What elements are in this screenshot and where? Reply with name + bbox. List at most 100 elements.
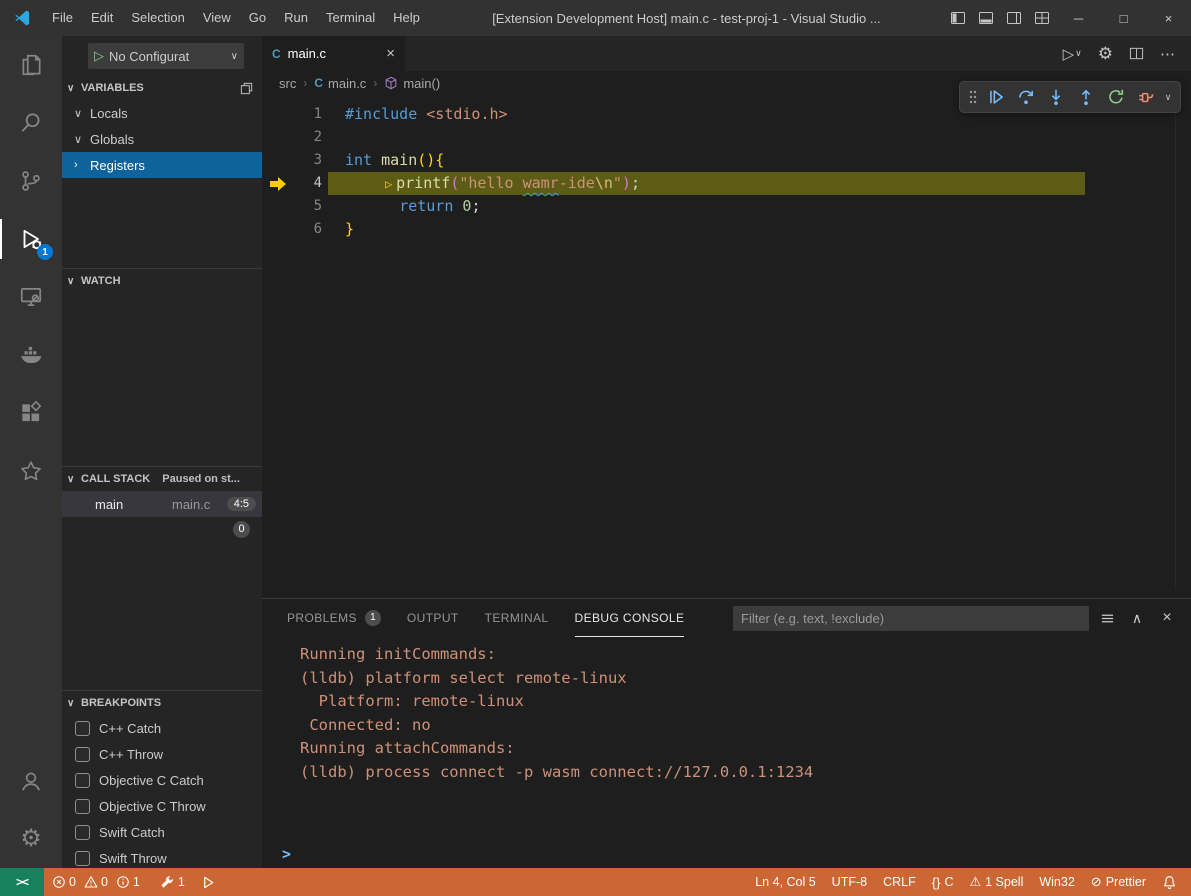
more-actions-icon[interactable]: ⋯ <box>1160 45 1175 63</box>
breakpoints-section-header[interactable]: ∨ BREAKPOINTS <box>62 691 262 715</box>
continue-button[interactable] <box>981 84 1011 110</box>
breadcrumb-folder[interactable]: src <box>279 76 296 91</box>
console-input[interactable]: > <box>282 845 291 865</box>
glyph-margin[interactable] <box>262 103 296 126</box>
activity-explorer[interactable] <box>0 36 62 94</box>
status-prettier[interactable]: ⊘Prettier <box>1083 868 1154 896</box>
menu-run[interactable]: Run <box>275 0 317 36</box>
line-content[interactable]: } <box>328 218 1085 241</box>
restart-button[interactable] <box>1101 84 1131 110</box>
close-window-button[interactable]: × <box>1146 0 1191 36</box>
menu-selection[interactable]: Selection <box>122 0 193 36</box>
menu-edit[interactable]: Edit <box>82 0 122 36</box>
line-content[interactable]: int main(){ <box>328 149 1085 172</box>
split-editor-icon[interactable] <box>1129 46 1144 61</box>
menu-file[interactable]: File <box>43 0 82 36</box>
copy-icon[interactable] <box>239 81 254 96</box>
activity-remote-explorer[interactable] <box>0 268 62 326</box>
menu-go[interactable]: Go <box>240 0 275 36</box>
breakpoint-row[interactable]: C++ Throw <box>62 741 262 767</box>
panel-tab-output[interactable]: OUTPUT <box>407 599 459 637</box>
line-number[interactable]: 4 <box>296 172 322 195</box>
run-or-debug-button[interactable]: ▷ ∨ <box>1063 45 1082 63</box>
variables-item-registers[interactable]: ›Registers <box>62 152 262 178</box>
tab-main.c[interactable]: C main.c × <box>262 36 405 71</box>
panel-tab-terminal[interactable]: TERMINAL <box>485 599 549 637</box>
panel-tab-debug-console[interactable]: DEBUG CONSOLE <box>575 599 685 637</box>
debug-status[interactable] <box>193 868 224 896</box>
stack-frame-row[interactable]: main main.c 4:5 <box>62 491 262 517</box>
customize-layout-icon[interactable] <box>1028 0 1056 36</box>
breakpoint-checkbox[interactable] <box>75 773 90 788</box>
start-debugging-icon[interactable]: ▷ <box>94 48 104 64</box>
step-over-button[interactable] <box>1011 84 1041 110</box>
activity-run-and-debug[interactable]: 1 <box>0 210 62 268</box>
line-number[interactable]: 1 <box>296 103 322 126</box>
breakpoint-checkbox[interactable] <box>75 747 90 762</box>
toggle-panel-icon[interactable] <box>972 0 1000 36</box>
chevron-down-icon[interactable]: ∨ <box>1161 92 1175 103</box>
line-content[interactable]: printf("hello wamr-ide\n"); <box>328 172 1085 195</box>
variables-section-header[interactable]: ∨ VARIABLES <box>62 76 262 100</box>
menu-terminal[interactable]: Terminal <box>317 0 384 36</box>
activity-docker[interactable] <box>0 326 62 384</box>
notifications-bell[interactable] <box>1154 868 1185 896</box>
breakpoint-row[interactable]: Objective C Catch <box>62 767 262 793</box>
step-out-button[interactable] <box>1071 84 1101 110</box>
console-filter-input[interactable] <box>733 606 1089 631</box>
line-number[interactable]: 2 <box>296 126 322 149</box>
line-number[interactable]: 6 <box>296 218 322 241</box>
maximize-panel-icon[interactable]: ∧ <box>1125 606 1149 630</box>
disconnect-button[interactable] <box>1131 84 1161 110</box>
status-encoding[interactable]: UTF-8 <box>824 868 875 896</box>
menu-help[interactable]: Help <box>384 0 429 36</box>
activity-source-control[interactable] <box>0 152 62 210</box>
filter-lines-icon[interactable] <box>1095 606 1119 630</box>
minimize-window-button[interactable]: ─ <box>1056 0 1101 36</box>
close-icon[interactable]: × <box>386 45 395 62</box>
breakpoint-row[interactable]: Objective C Throw <box>62 793 262 819</box>
maximize-window-button[interactable]: □ <box>1101 0 1146 36</box>
variables-item-globals[interactable]: ∨Globals <box>62 126 262 152</box>
paused-arrow-icon[interactable] <box>262 172 296 195</box>
breakpoint-checkbox[interactable] <box>75 851 90 866</box>
status-cursor-position[interactable]: Ln 4, Col 5 <box>747 868 823 896</box>
toggle-secondary-sidebar-icon[interactable] <box>1000 0 1028 36</box>
breakpoint-row[interactable]: Swift Catch <box>62 819 262 845</box>
breakpoint-checkbox[interactable] <box>75 799 90 814</box>
activity-extensions[interactable] <box>0 384 62 442</box>
line-number[interactable]: 3 <box>296 149 322 172</box>
line-content[interactable] <box>328 126 1085 149</box>
toggle-sidebar-icon[interactable] <box>944 0 972 36</box>
menu-view[interactable]: View <box>194 0 240 36</box>
call-stack-section-header[interactable]: ∨ CALL STACK Paused on st... <box>62 467 262 491</box>
line-content[interactable]: return 0; <box>328 195 1085 218</box>
status-eol[interactable]: CRLF <box>875 868 924 896</box>
activity-search[interactable] <box>0 94 62 152</box>
glyph-margin[interactable] <box>262 218 296 241</box>
close-panel-icon[interactable]: × <box>1155 606 1179 630</box>
line-number[interactable]: 5 <box>296 195 322 218</box>
chevron-down-icon[interactable]: ∨ <box>74 133 90 146</box>
breadcrumb-file[interactable]: main.c <box>328 76 366 91</box>
status-language-mode[interactable]: {}C <box>924 868 962 896</box>
status-platform[interactable]: Win32 <box>1031 868 1082 896</box>
breakpoint-checkbox[interactable] <box>75 721 90 736</box>
glyph-margin[interactable] <box>262 126 296 149</box>
breakpoint-checkbox[interactable] <box>75 825 90 840</box>
chevron-down-icon[interactable]: ∨ <box>74 107 90 120</box>
activity-accounts[interactable] <box>0 752 62 810</box>
code-editor[interactable]: 1#include <stdio.h>23int main(){4 printf… <box>262 95 1191 598</box>
watch-section-header[interactable]: ∨ WATCH <box>62 269 262 293</box>
variables-item-locals[interactable]: ∨Locals <box>62 100 262 126</box>
remote-indicator[interactable]: >< <box>0 868 44 896</box>
activity-favorites[interactable] <box>0 442 62 500</box>
glyph-margin[interactable] <box>262 149 296 172</box>
debug-config-dropdown[interactable]: ▷ No Configurat ∨ <box>88 43 244 69</box>
activity-settings[interactable]: ⚙ <box>0 810 62 868</box>
drag-grip-icon[interactable] <box>965 89 981 105</box>
breakpoint-row[interactable]: C++ Catch <box>62 715 262 741</box>
problems-status[interactable]: 0 0 1 <box>44 868 152 896</box>
status-spell-checker[interactable]: ⚠1 Spell <box>961 868 1031 896</box>
tool-status[interactable]: 1 <box>152 868 193 896</box>
